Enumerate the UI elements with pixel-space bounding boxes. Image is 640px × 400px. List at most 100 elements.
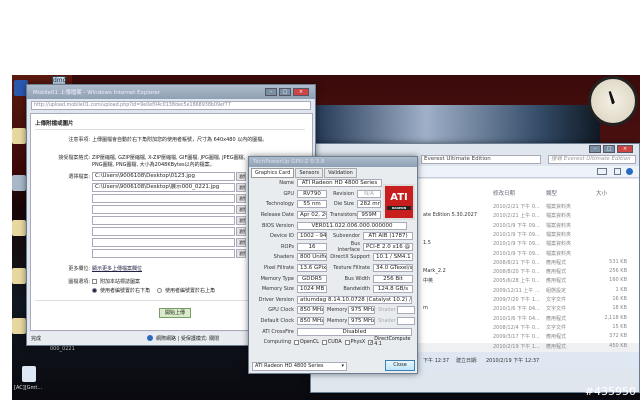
explorer-address-bar[interactable]: Everest Ultimate Edition	[421, 155, 541, 164]
ie-title-bar: Mobile01 上傳檔案 - Windows Internet Explore…	[27, 85, 315, 99]
name-label: Name	[279, 180, 294, 187]
file-date: 2010/2/21 上午 0...	[493, 213, 540, 220]
tab-validation[interactable]: Validation	[324, 168, 357, 178]
file-date: 2009/12/11 上午 ...	[493, 287, 540, 294]
minimize-button[interactable]: –	[265, 88, 277, 96]
maximize-button[interactable]: □	[279, 88, 291, 96]
computing-label: OpenCL	[300, 339, 319, 345]
explorer-search-input[interactable]: 搜尋 Everest Ultimate Edition	[548, 155, 636, 164]
computing-label: CUDA	[327, 339, 342, 345]
views-icon[interactable]	[597, 168, 607, 175]
column-date[interactable]: 修改日期	[493, 189, 515, 197]
card-select-dropdown[interactable]: ATI Radeon HD 4800 Series ▾	[252, 362, 347, 371]
maximize-button[interactable]: □	[603, 144, 615, 153]
radio-bottom-right[interactable]	[92, 288, 97, 293]
gpuz-row: Driver Version atiumdag 8.14.10.0728 (Cat…	[252, 295, 416, 306]
computing-label: PhysX	[350, 339, 366, 345]
radio-top-right[interactable]	[157, 288, 163, 293]
gpuz-row: BIOS Version VER011.022.006.000.000000	[252, 220, 416, 231]
more-label: 更多欄位:	[68, 266, 90, 272]
gpu_clock-value: 850 MHz	[297, 306, 324, 315]
close-button[interactable]: Close	[385, 360, 415, 371]
file-size: 256 KB	[609, 268, 627, 275]
gpuz-title: TechPowerUp GPU-Z 0.3.8	[253, 159, 325, 165]
file-date: 2008/8/21 下午 0...	[493, 259, 540, 266]
gpuz-row: Shaders800 UnifiedDirectX Support10.1 / …	[252, 252, 416, 263]
close-button[interactable]: ×	[293, 88, 309, 96]
gpuz-row: Memory Type GDDR5 Bus Width 256 Bit	[252, 273, 416, 284]
tab-graphics-card[interactable]: Graphics Card	[251, 168, 295, 178]
logo-checkbox[interactable]	[92, 279, 97, 284]
created-value: 2010/2/19 下午 12:37	[486, 358, 540, 364]
crossfire-value: Disabled	[297, 327, 412, 336]
file-input-row: 瀏覽...	[92, 205, 246, 216]
file-date: 2005/6/28 上午 0...	[493, 278, 540, 285]
computing-checkbox[interactable]	[294, 339, 300, 345]
more-fields-link[interactable]: 顯示更多上傳檔案欄位	[92, 265, 142, 272]
tab-sensors[interactable]: Sensors	[295, 168, 324, 178]
file-type: 檔案資料夾	[546, 250, 572, 257]
browse-button[interactable]: 瀏覽...	[236, 249, 246, 258]
driver-label: Driver Version	[258, 296, 294, 303]
browse-button[interactable]: 瀏覽...	[236, 238, 246, 247]
file-path-input[interactable]	[92, 227, 235, 236]
file-path-input[interactable]: C:\Users\9006108\Desktop\0123.jpg	[92, 172, 235, 181]
clock-gadget[interactable]	[588, 76, 638, 126]
help-icon[interactable]	[626, 168, 633, 175]
file-input-row: C:\Users\9006108\Desktop\0123.jpg瀏覽...	[92, 172, 246, 183]
chevron-down-icon: ▾	[341, 363, 344, 369]
file-type: 文字文件	[546, 297, 567, 303]
folder-icon[interactable]	[12, 268, 26, 284]
ie-address-bar[interactable]: http://upload.mobile01.com/upload.php?id…	[31, 101, 311, 110]
globe-icon	[147, 335, 153, 341]
bus_width-label: Bus Width	[344, 275, 370, 282]
browse-button[interactable]: 瀏覽...	[236, 172, 246, 181]
file-size: 16 KB	[612, 296, 627, 302]
gpuz-row: GPU Clock 850 MHz Memory 975 MHz Shader	[252, 305, 416, 316]
folder-icon[interactable]	[12, 318, 26, 334]
desktop-icon-label: [AC][Gmt...	[14, 385, 43, 391]
file-path-input[interactable]	[92, 194, 235, 203]
browse-button[interactable]: 瀏覽...	[236, 205, 246, 214]
technology-label: Technology	[265, 201, 294, 208]
computing-checkbox[interactable]	[321, 339, 327, 345]
minimize-button[interactable]: –	[589, 144, 601, 153]
file-path-input[interactable]	[92, 249, 235, 258]
bios-label: BIOS Version	[262, 222, 294, 229]
column-type[interactable]: 類型	[546, 189, 557, 197]
browse-button[interactable]: 瀏覽...	[236, 216, 246, 225]
gpuz-row: ROPs16 Bus InterfacePCI-E 2.0 x16 @ x16	[252, 241, 416, 253]
bandwidth-value: 124.8 GB/s	[373, 285, 413, 294]
browse-button[interactable]: 瀏覽...	[236, 183, 246, 192]
options-label: 圖檔選項:	[68, 279, 90, 285]
file-date: 2009/7/20 下午 1...	[493, 297, 540, 303]
browse-button[interactable]: 瀏覽...	[236, 194, 246, 203]
file-path-input[interactable]: C:\Users\9006108\Desktop\展示000_0221.jpg	[92, 183, 235, 192]
column-size[interactable]: 大小	[596, 189, 607, 197]
folder-icon[interactable]	[12, 220, 26, 236]
formats-text-2: PNG圖檔, PNG圖檔, 大小為2048KBytes以內的檔案。	[92, 162, 215, 168]
recycle-bin-icon[interactable]	[12, 175, 26, 191]
file-date: 2010/1/6 下午 04...	[493, 306, 540, 313]
start-upload-button[interactable]: 開始上傳	[159, 308, 191, 318]
file-path-input[interactable]	[92, 216, 235, 225]
device_id-label: Device ID	[269, 233, 294, 240]
file-path-input[interactable]	[92, 205, 235, 214]
computing-checkbox[interactable]: ✓	[368, 339, 373, 345]
folder-icon[interactable]	[12, 128, 26, 144]
bus_width-value: 256 Bit	[373, 274, 413, 283]
checkbox-label: 附加本站標誌圖案	[100, 279, 141, 285]
close-button[interactable]: ×	[617, 144, 633, 153]
file-name: ate Edition 5.30.2027	[423, 212, 478, 219]
directx-label: DirectX Support	[330, 254, 370, 261]
gpuz-row: Pixel Fillrate13.6 GPixel/s Texture Fillr…	[252, 263, 416, 274]
media-file-icon[interactable]	[22, 366, 36, 382]
file-date: 2010/1/6 下午 04...	[493, 315, 540, 322]
memory-label: Memory	[327, 307, 348, 314]
gpuz-window: TechPowerUp GPU-Z 0.3.8 Graphics Card Se…	[248, 156, 418, 374]
preview-pane-icon[interactable]	[614, 168, 621, 175]
computing-checkbox[interactable]	[344, 339, 350, 345]
file-path-input[interactable]	[92, 238, 235, 247]
file-input-row: 瀏覽...	[92, 216, 246, 227]
browse-button[interactable]: 瀏覽...	[236, 227, 246, 236]
